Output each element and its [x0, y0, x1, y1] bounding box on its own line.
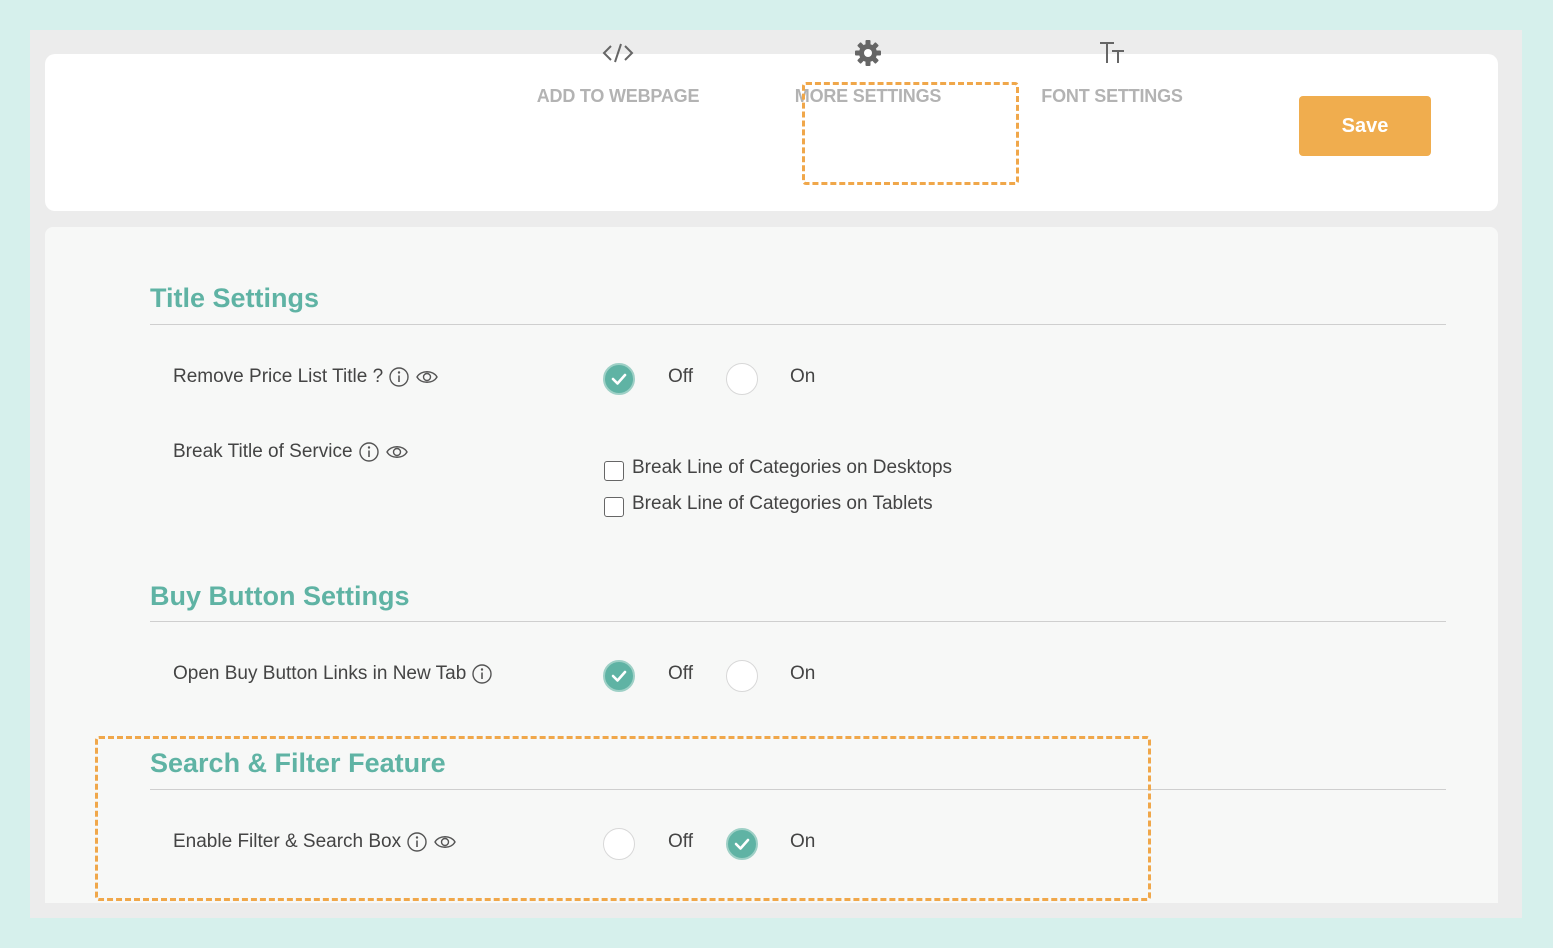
enable-search-row-label: Enable Filter & Search Box	[173, 831, 457, 853]
enable-search-off-label: Off	[668, 831, 693, 852]
text-size-icon	[1097, 39, 1127, 67]
enable-search-on-radio[interactable]	[726, 828, 758, 860]
eye-icon[interactable]	[415, 366, 439, 388]
remove-title-on-radio[interactable]	[726, 363, 758, 395]
enable-search-off-radio[interactable]	[603, 828, 635, 860]
new-tab-on-radio[interactable]	[726, 660, 758, 692]
break-desktops-option[interactable]: Break Line of Categories on Desktops	[604, 455, 952, 481]
remove-title-row-label: Remove Price List Title ?	[173, 366, 439, 388]
check-icon	[734, 838, 750, 850]
info-icon[interactable]	[406, 831, 428, 853]
new-tab-on-label: On	[790, 663, 816, 684]
remove-title-off-radio[interactable]	[603, 363, 635, 395]
section-title-settings: Title Settings	[150, 283, 320, 313]
gear-icon	[854, 39, 882, 67]
break-title-label: Break Title of Service	[173, 441, 353, 462]
break-tablets-checkbox[interactable]	[604, 497, 624, 517]
break-title-row-label: Break Title of Service	[173, 441, 409, 463]
info-icon[interactable]	[388, 366, 410, 388]
eye-icon[interactable]	[433, 831, 457, 853]
eye-icon[interactable]	[385, 441, 409, 463]
check-icon	[611, 373, 627, 385]
remove-title-off-label: Off	[668, 366, 693, 387]
new-tab-off-radio[interactable]	[603, 660, 635, 692]
section-divider	[150, 789, 1446, 790]
tab-label: FONT SETTINGS	[1041, 86, 1183, 106]
tab-more-settings[interactable]: MORE SETTINGS	[780, 0, 956, 157]
tab-label: MORE SETTINGS	[794, 86, 942, 106]
new-tab-row-label: Open Buy Button Links in New Tab	[173, 663, 493, 685]
break-tablets-option[interactable]: Break Line of Categories on Tablets	[604, 491, 933, 517]
remove-title-on-label: On	[790, 366, 816, 387]
section-divider	[150, 621, 1446, 622]
info-icon[interactable]	[358, 441, 380, 463]
break-desktops-label: Break Line of Categories on Desktops	[632, 457, 953, 478]
tab-font-settings[interactable]: FONT SETTINGS	[1024, 0, 1200, 157]
settings-panel	[45, 227, 1498, 903]
section-search-filter: Search & Filter Feature	[150, 748, 446, 778]
save-button[interactable]: Save	[1299, 96, 1431, 156]
check-icon	[611, 670, 627, 682]
tab-add-to-webpage[interactable]: ADD TO WEBPAGE	[530, 0, 706, 157]
section-divider	[150, 324, 1446, 325]
new-tab-label: Open Buy Button Links in New Tab	[173, 663, 467, 684]
break-tablets-label: Break Line of Categories on Tablets	[632, 493, 933, 514]
remove-title-label: Remove Price List Title ?	[173, 366, 384, 387]
break-desktops-checkbox[interactable]	[604, 461, 624, 481]
enable-search-label: Enable Filter & Search Box	[173, 831, 402, 852]
code-icon	[602, 39, 634, 67]
section-buy-button-settings: Buy Button Settings	[150, 581, 410, 611]
top-toolbar	[45, 54, 1498, 211]
tab-label: ADD TO WEBPAGE	[536, 86, 700, 106]
new-tab-off-label: Off	[668, 663, 693, 684]
info-icon[interactable]	[471, 663, 493, 685]
enable-search-on-label: On	[790, 831, 816, 852]
